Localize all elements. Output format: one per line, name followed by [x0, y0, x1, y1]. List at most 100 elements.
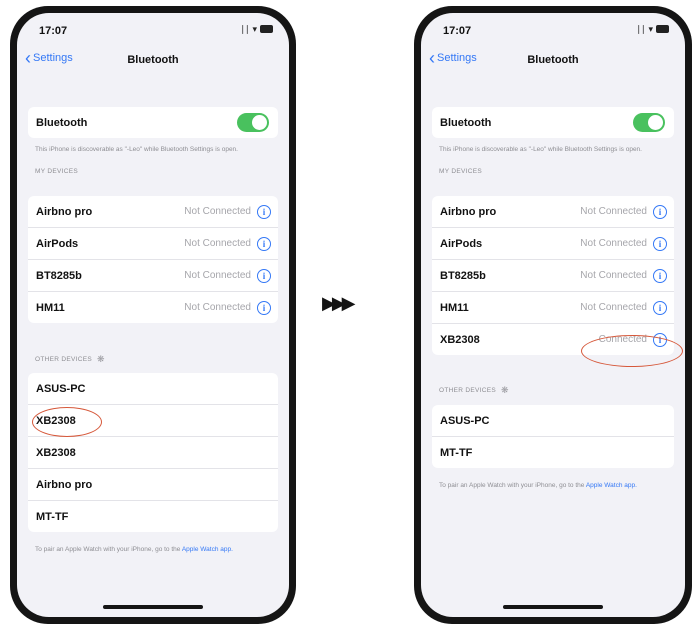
device-row[interactable]: MT-TF [28, 500, 278, 532]
device-row[interactable]: Airbno pro Not Connected i [432, 196, 674, 227]
device-status: Not Connected [184, 270, 251, 281]
device-row[interactable]: ASUS-PC [28, 373, 278, 404]
home-indicator [503, 605, 603, 609]
info-icon[interactable]: i [257, 236, 271, 251]
bluetooth-label: Bluetooth [36, 116, 88, 129]
device-status: Not Connected [580, 206, 647, 217]
status-icons: ∣∣ ▾ [240, 24, 273, 34]
device-status: Not Connected [184, 238, 251, 249]
device-status: Not Connected [184, 302, 251, 313]
signal-icon: ∣∣ [636, 24, 646, 34]
device-row[interactable]: XB2308 [28, 436, 278, 468]
loading-spinner-icon: ❋ [501, 385, 509, 395]
device-name: XB2308 [440, 333, 480, 346]
apple-watch-note-text: To pair an Apple Watch with your iPhone,… [35, 546, 181, 553]
phone-after: 17:07 ∣∣ ▾ ‹ Settings Bluetooth Bluetoot… [414, 6, 692, 624]
device-row[interactable]: HM11 Not Connected i [432, 291, 674, 323]
my-devices-header-label: MY DEVICES [35, 168, 78, 175]
bluetooth-toggle[interactable] [237, 113, 269, 132]
device-status: Not Connected [580, 270, 647, 281]
device-name: MT-TF [440, 446, 473, 459]
status-time: 17:07 [39, 25, 68, 37]
info-icon[interactable]: i [653, 236, 667, 251]
discoverable-note: This iPhone is discoverable as "-Leo" wh… [35, 146, 238, 153]
other-devices-list: ASUS-PC XB2308 XB2308 Airbno pro MT-TF [28, 373, 278, 532]
page-title: Bluetooth [527, 54, 579, 66]
wifi-icon: ▾ [648, 24, 653, 34]
device-name: ASUS-PC [36, 382, 86, 395]
device-row[interactable]: AirPods Not Connected i [28, 227, 278, 259]
my-devices-header: MY DEVICES [439, 168, 482, 175]
device-name: BT8285b [36, 269, 82, 282]
screen: 17:07 ∣∣ ▾ ‹ Settings Bluetooth Bluetoot… [17, 13, 289, 617]
toggle-knob [252, 115, 267, 130]
apple-watch-app-link[interactable]: Apple Watch app. [182, 546, 233, 553]
status-time: 17:07 [443, 25, 472, 37]
device-row[interactable]: HM11 Not Connected i [28, 291, 278, 323]
my-devices-header: MY DEVICES [35, 168, 78, 175]
battery-icon [656, 25, 669, 33]
status-icons: ∣∣ ▾ [636, 24, 669, 34]
other-devices-list: ASUS-PC MT-TF [432, 405, 674, 468]
device-status: Not Connected [580, 238, 647, 249]
other-devices-header-label: OTHER DEVICES [439, 387, 496, 394]
device-name: AirPods [36, 237, 79, 250]
device-row[interactable]: BT8285b Not Connected i [28, 259, 278, 291]
device-row[interactable]: Airbno pro [28, 468, 278, 500]
device-name: MT-TF [36, 510, 69, 523]
bluetooth-toggle-group: Bluetooth [432, 107, 674, 138]
apple-watch-note: To pair an Apple Watch with your iPhone,… [35, 545, 275, 554]
apple-watch-note-text: To pair an Apple Watch with your iPhone,… [439, 482, 585, 489]
device-name: AirPods [440, 237, 483, 250]
bluetooth-label: Bluetooth [440, 116, 492, 129]
my-devices-list: Airbno pro Not Connected i AirPods Not C… [28, 196, 278, 323]
device-status: Not Connected [580, 302, 647, 313]
phone-before: 17:07 ∣∣ ▾ ‹ Settings Bluetooth Bluetoot… [10, 6, 296, 624]
loading-spinner-icon: ❋ [97, 354, 105, 364]
device-name: Airbno pro [36, 478, 93, 491]
bluetooth-row: Bluetooth [432, 107, 674, 138]
bluetooth-toggle[interactable] [633, 113, 665, 132]
device-name: ASUS-PC [440, 414, 490, 427]
other-devices-header-label: OTHER DEVICES [35, 356, 92, 363]
home-indicator [103, 605, 203, 609]
info-icon[interactable]: i [653, 300, 667, 315]
device-name: HM11 [440, 301, 469, 314]
nav-bar: ‹ Settings Bluetooth [17, 47, 289, 75]
bluetooth-toggle-group: Bluetooth [28, 107, 278, 138]
arrow-indicator-icon: ▶▶▶ [322, 293, 355, 313]
apple-watch-note: To pair an Apple Watch with your iPhone,… [439, 481, 671, 490]
device-name: HM11 [36, 301, 65, 314]
apple-watch-app-link[interactable]: Apple Watch app. [586, 482, 637, 489]
highlight-circle [32, 407, 102, 437]
screen: 17:07 ∣∣ ▾ ‹ Settings Bluetooth Bluetoot… [421, 13, 685, 617]
device-row[interactable]: Airbno pro Not Connected i [28, 196, 278, 227]
other-devices-header: OTHER DEVICES ❋ [439, 385, 509, 396]
info-icon[interactable]: i [257, 300, 271, 315]
other-devices-header: OTHER DEVICES ❋ [35, 354, 105, 365]
device-row[interactable]: AirPods Not Connected i [432, 227, 674, 259]
my-devices-header-label: MY DEVICES [439, 168, 482, 175]
highlight-circle [581, 335, 683, 367]
signal-icon: ∣∣ [240, 24, 250, 34]
device-row[interactable]: BT8285b Not Connected i [432, 259, 674, 291]
battery-icon [260, 25, 273, 33]
info-icon[interactable]: i [257, 204, 271, 219]
device-row[interactable]: ASUS-PC [432, 405, 674, 436]
device-name: Airbno pro [36, 205, 93, 218]
info-icon[interactable]: i [653, 268, 667, 283]
nav-bar: ‹ Settings Bluetooth [421, 47, 685, 75]
bluetooth-row: Bluetooth [28, 107, 278, 138]
status-bar: 17:07 ∣∣ ▾ [17, 13, 289, 43]
discoverable-note: This iPhone is discoverable as "-Leo" wh… [439, 146, 642, 153]
status-bar: 17:07 ∣∣ ▾ [421, 13, 685, 43]
my-devices-list: Airbno pro Not Connected i AirPods Not C… [432, 196, 674, 355]
info-icon[interactable]: i [653, 204, 667, 219]
device-name: Airbno pro [440, 205, 497, 218]
device-row[interactable]: MT-TF [432, 436, 674, 468]
info-icon[interactable]: i [257, 268, 271, 283]
device-status: Not Connected [184, 206, 251, 217]
wifi-icon: ▾ [252, 24, 257, 34]
toggle-knob [648, 115, 663, 130]
device-name: XB2308 [36, 446, 76, 459]
